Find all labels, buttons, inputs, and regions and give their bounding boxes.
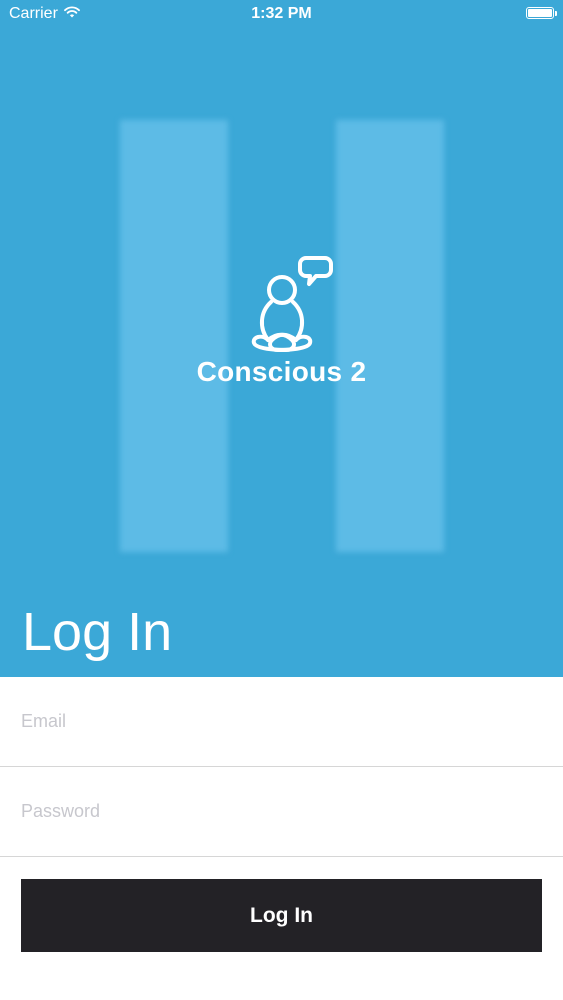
hero-banner: Carrier 1:32 PM Conscious 2 Log In bbox=[0, 0, 563, 677]
app-logo-icon bbox=[246, 254, 336, 354]
login-button[interactable]: Log In bbox=[21, 879, 542, 952]
email-input[interactable] bbox=[21, 677, 541, 765]
email-field[interactable] bbox=[0, 677, 563, 767]
status-time: 1:32 PM bbox=[251, 5, 312, 22]
background-bar-left bbox=[120, 120, 228, 552]
background-bar-right bbox=[336, 120, 444, 552]
brand-name: Conscious 2 bbox=[196, 356, 367, 387]
status-bar: Carrier 1:32 PM bbox=[0, 0, 563, 30]
battery-icon bbox=[526, 7, 557, 19]
password-input[interactable] bbox=[21, 767, 541, 855]
password-field[interactable] bbox=[0, 767, 563, 857]
page-title: Log In bbox=[22, 602, 173, 662]
